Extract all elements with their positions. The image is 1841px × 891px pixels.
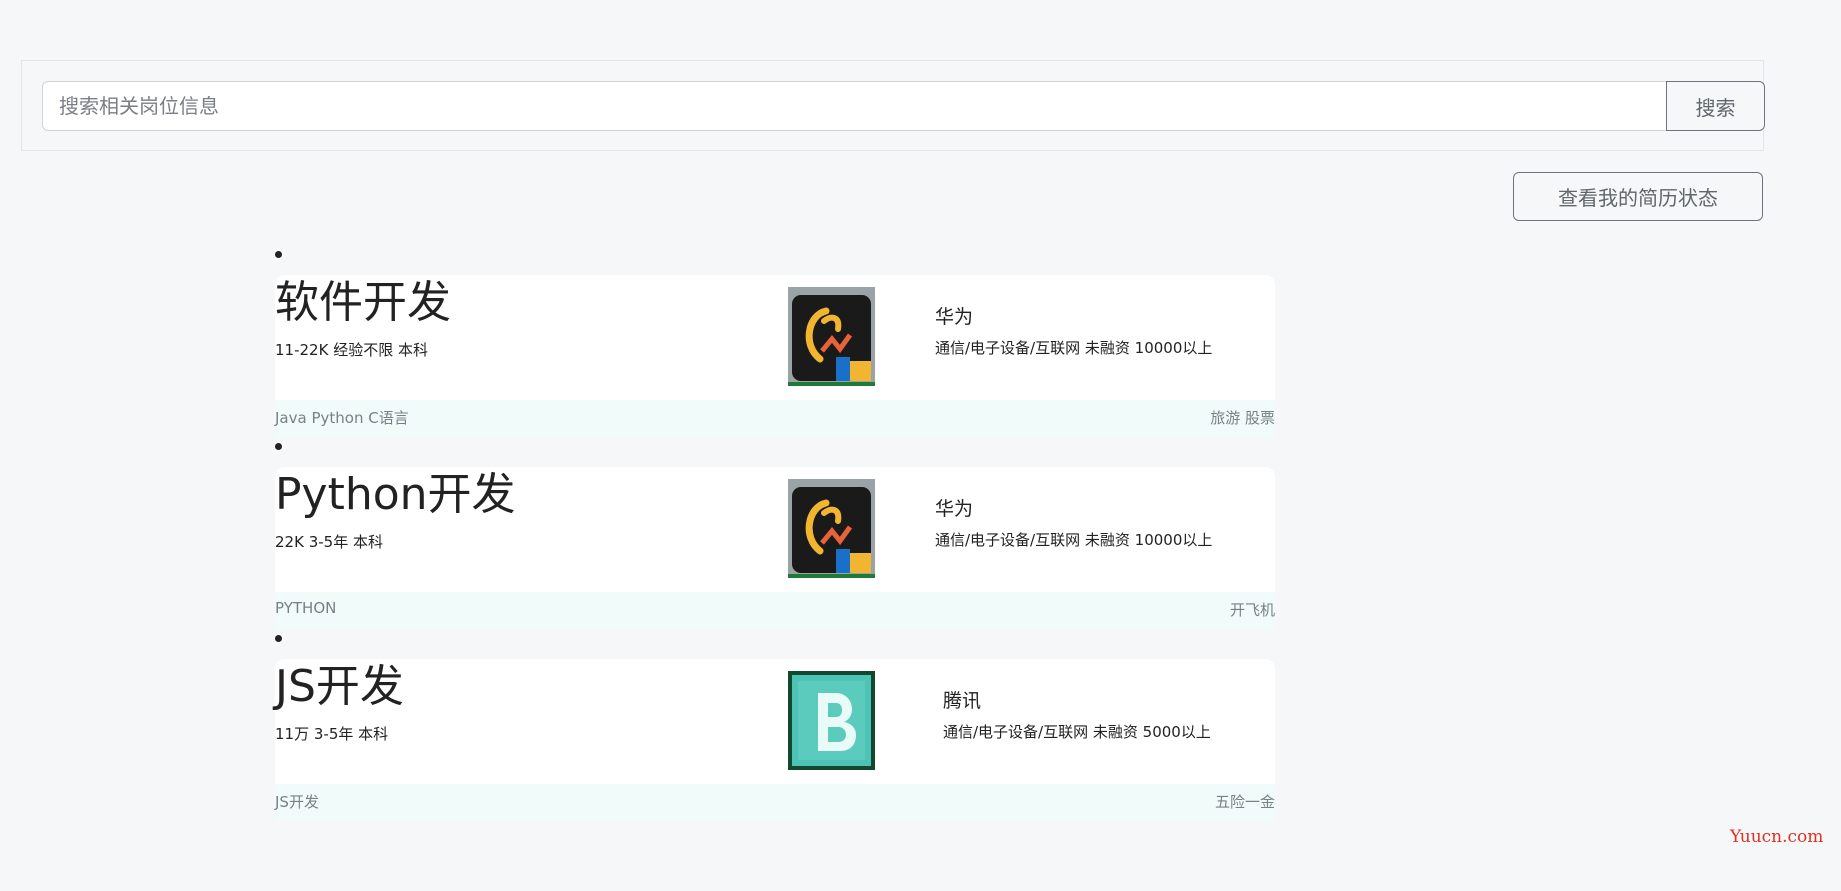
job-item: Python开发 22K 3-5年 本科 华为 通信/电子设备/互联网 未融资 … bbox=[275, 443, 1275, 635]
company-name[interactable]: 华为 bbox=[935, 302, 973, 329]
job-list: 软件开发 11-22K 经验不限 本科 华为 通信/电子设备/互联网 未融资 1… bbox=[275, 251, 1275, 827]
job-meta: 11-22K 经验不限 本科 bbox=[275, 339, 428, 360]
company-info: 通信/电子设备/互联网 未融资 10000以上 bbox=[935, 339, 1213, 357]
tencent-logo-icon bbox=[788, 671, 875, 770]
job-title[interactable]: 软件开发 bbox=[275, 277, 451, 329]
job-footer: Java Python C语言 旅游 股票 bbox=[275, 400, 1275, 437]
list-bullet bbox=[275, 635, 282, 642]
job-education: 本科 bbox=[353, 533, 384, 551]
list-bullet bbox=[275, 251, 282, 258]
job-education: 本科 bbox=[398, 341, 429, 359]
job-card[interactable]: 软件开发 11-22K 经验不限 本科 华为 通信/电子设备/互联网 未融资 1… bbox=[275, 275, 1275, 400]
job-salary: 11-22K bbox=[275, 341, 329, 359]
job-item: 软件开发 11-22K 经验不限 本科 华为 通信/电子设备/互联网 未融资 1… bbox=[275, 251, 1275, 443]
job-education: 本科 bbox=[358, 725, 389, 743]
job-title[interactable]: Python开发 bbox=[275, 469, 516, 521]
job-footer: JS开发 五险一金 bbox=[275, 784, 1275, 821]
company-info: 通信/电子设备/互联网 未融资 5000以上 bbox=[943, 723, 1211, 741]
job-experience: 经验不限 bbox=[333, 341, 394, 359]
job-footer: PYTHON 开飞机 bbox=[275, 592, 1275, 629]
view-resume-status-button[interactable]: 查看我的简历状态 bbox=[1513, 172, 1763, 221]
huawei-logo-icon bbox=[788, 287, 875, 386]
job-welfare: 旅游 股票 bbox=[1210, 409, 1275, 427]
company-info: 通信/电子设备/互联网 未融资 10000以上 bbox=[935, 531, 1213, 549]
job-salary: 22K bbox=[275, 533, 304, 551]
job-experience: 3-5年 bbox=[308, 533, 349, 551]
huawei-logo-icon bbox=[788, 479, 875, 578]
search-button[interactable]: 搜索 bbox=[1666, 81, 1765, 131]
job-welfare: 五险一金 bbox=[1214, 793, 1275, 811]
job-skills: PYTHON bbox=[275, 599, 337, 617]
job-salary: 11万 bbox=[275, 725, 310, 743]
job-card[interactable]: JS开发 11万 3-5年 本科 腾讯 通信/电子设备/互联网 未融资 5000… bbox=[275, 659, 1275, 784]
list-bullet bbox=[275, 443, 282, 450]
company-name[interactable]: 华为 bbox=[935, 494, 973, 521]
job-title[interactable]: JS开发 bbox=[275, 661, 404, 713]
job-welfare: 开飞机 bbox=[1229, 601, 1275, 619]
job-experience: 3-5年 bbox=[313, 725, 354, 743]
company-name[interactable]: 腾讯 bbox=[943, 686, 981, 713]
job-meta: 11万 3-5年 本科 bbox=[275, 723, 388, 744]
job-item: JS开发 11万 3-5年 本科 腾讯 通信/电子设备/互联网 未融资 5000… bbox=[275, 635, 1275, 827]
job-card[interactable]: Python开发 22K 3-5年 本科 华为 通信/电子设备/互联网 未融资 … bbox=[275, 467, 1275, 592]
search-input[interactable] bbox=[42, 81, 1666, 131]
job-meta: 22K 3-5年 本科 bbox=[275, 531, 383, 552]
job-skills: Java Python C语言 bbox=[275, 409, 409, 427]
job-skills: JS开发 bbox=[275, 793, 319, 811]
search-bar: 搜索 bbox=[21, 60, 1765, 151]
watermark: Yuucn.com bbox=[1730, 827, 1824, 847]
